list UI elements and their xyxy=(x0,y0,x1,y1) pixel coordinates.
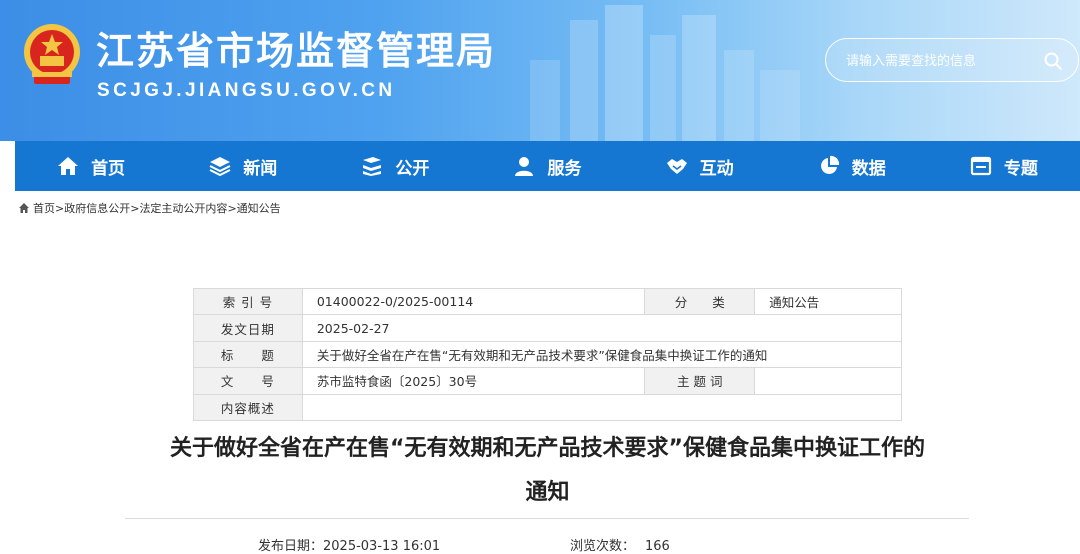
breadcrumb-link-statutory[interactable]: 法定主动公开内容 xyxy=(139,200,227,216)
article-title-line1: 关于做好全省在产在售“无有效期和无产品技术要求”保健食品集中换证工作的 xyxy=(170,436,925,461)
index-value: 01400022-0/2025-00114 xyxy=(301,287,646,316)
site-header: 江苏省市场监督管理局 SCJGJ.JIANGSU.GOV.CN xyxy=(0,0,1080,141)
site-title: 江苏省市场监督管理局 xyxy=(96,29,497,73)
summary-value xyxy=(301,393,903,421)
nav-label: 数据 xyxy=(851,158,886,179)
nav-item-service[interactable]: 服务 xyxy=(471,141,623,191)
nav-label: 公开 xyxy=(395,158,430,179)
category-label: 分 类 xyxy=(644,287,756,316)
search-box xyxy=(825,38,1079,82)
document-info-table: 索 引 号 01400022-0/2025-00114 分 类 通知公告 发文日… xyxy=(193,287,903,421)
publish-date-label: 发布日期： xyxy=(258,539,324,554)
table-row: 标 题 关于做好全省在产在售“无有效期和无产品技术要求”保健食品集中换证工作的通… xyxy=(193,340,903,369)
home-icon xyxy=(58,157,79,175)
breadcrumb-separator: > xyxy=(227,201,237,215)
table-row: 内容概述 xyxy=(193,393,903,421)
doc-number-value: 苏市监特食函〔2025〕30号 xyxy=(301,367,646,395)
view-count-label: 浏览次数： xyxy=(570,539,636,554)
home-icon xyxy=(19,203,29,213)
nav-label: 专题 xyxy=(1003,158,1038,179)
title-label: 标 题 xyxy=(193,340,303,369)
summary-label: 内容概述 xyxy=(193,393,303,421)
breadcrumb-link-home[interactable]: 首页 xyxy=(33,200,55,216)
article-title: 关于做好全省在产在售“无有效期和无产品技术要求”保健食品集中换证工作的 通知 xyxy=(120,427,975,515)
view-count-value: 166 xyxy=(645,539,670,554)
category-value: 通知公告 xyxy=(754,287,902,316)
breadcrumb-link-gov-info[interactable]: 政府信息公开 xyxy=(64,200,130,216)
divider xyxy=(125,518,969,519)
nav-item-news[interactable]: 新闻 xyxy=(167,141,319,191)
main-nav: 首页 新闻 公开 服务 互动 数据 专题 xyxy=(15,141,1080,191)
stack-icon xyxy=(363,157,382,176)
breadcrumb-separator: > xyxy=(55,201,65,215)
table-row: 发文日期 2025-02-27 xyxy=(193,314,903,342)
breadcrumb: 首页 > 政府信息公开 > 法定主动公开内容 > 通知公告 xyxy=(18,200,281,216)
view-count: 浏览次数： 166 xyxy=(570,535,670,554)
nav-item-interaction[interactable]: 互动 xyxy=(624,141,776,191)
breadcrumb-link-notices[interactable]: 通知公告 xyxy=(237,200,281,216)
handshake-icon xyxy=(666,159,687,174)
date-value: 2025-02-27 xyxy=(301,314,903,342)
search-input[interactable] xyxy=(846,50,1036,72)
search-icon[interactable] xyxy=(1042,50,1064,72)
layers-icon xyxy=(209,157,231,177)
nav-label: 新闻 xyxy=(243,158,278,179)
subject-label: 主 题 词 xyxy=(644,367,756,395)
pie-chart-icon xyxy=(820,155,839,174)
publish-date-value: 2025-03-13 16:01 xyxy=(323,539,441,554)
index-label: 索 引 号 xyxy=(193,287,303,316)
national-emblem-icon xyxy=(24,24,80,84)
user-icon xyxy=(515,157,534,176)
date-label: 发文日期 xyxy=(193,314,303,342)
nav-item-topic[interactable]: 专题 xyxy=(928,141,1080,191)
nav-item-public[interactable]: 公开 xyxy=(319,141,471,191)
publish-date: 发布日期：2025-03-13 16:01 xyxy=(258,535,440,554)
nav-item-home[interactable]: 首页 xyxy=(15,141,167,191)
nav-label: 服务 xyxy=(547,158,582,179)
table-row: 文 号 苏市监特食函〔2025〕30号 主 题 词 xyxy=(193,367,902,395)
skyline-decoration xyxy=(530,5,800,141)
breadcrumb-separator: > xyxy=(130,201,140,215)
article-title-line2: 通知 xyxy=(525,480,570,505)
site-domain: SCJGJ.JIANGSU.GOV.CN xyxy=(97,80,396,101)
window-icon xyxy=(970,156,992,176)
subject-value xyxy=(754,367,902,395)
nav-label: 首页 xyxy=(91,158,126,179)
title-value: 关于做好全省在产在售“无有效期和无产品技术要求”保健食品集中换证工作的通知 xyxy=(301,340,903,369)
nav-item-data[interactable]: 数据 xyxy=(776,141,928,191)
nav-label: 互动 xyxy=(699,158,734,179)
table-row: 索 引 号 01400022-0/2025-00114 分 类 通知公告 xyxy=(193,287,902,316)
doc-number-label: 文 号 xyxy=(193,367,303,395)
